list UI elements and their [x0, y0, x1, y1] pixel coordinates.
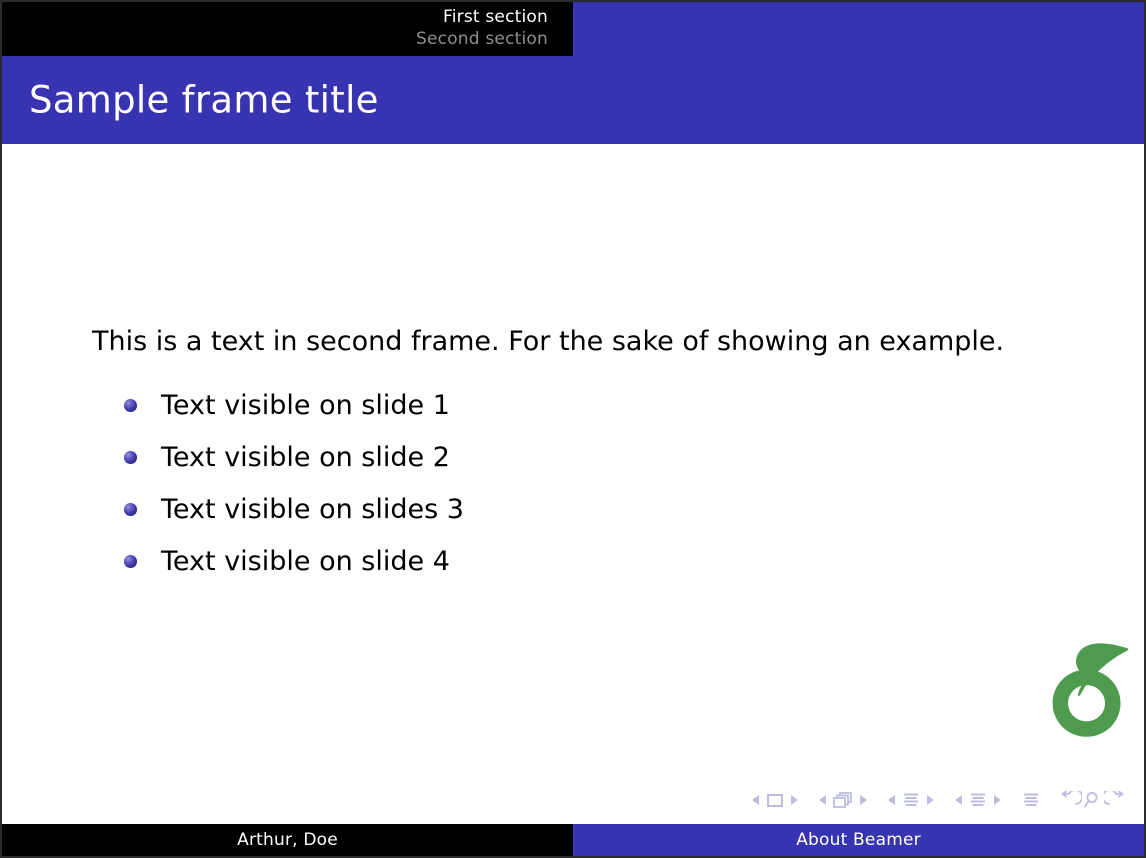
overleaf-logo-icon: [1044, 640, 1130, 738]
search-icon[interactable]: [1082, 791, 1104, 809]
bullet-ball-icon: [124, 502, 137, 516]
nav-group-overview: [1019, 791, 1043, 809]
slide-body: This is a text in second frame. For the …: [2, 144, 1144, 770]
nav-group-subsection: [885, 791, 937, 809]
bullet-ball-icon: [124, 398, 137, 412]
section-entry-first[interactable]: First section: [443, 7, 548, 27]
subsection-current-icon[interactable]: [899, 791, 923, 809]
list-item: Text visible on slide 2: [124, 431, 464, 483]
list-item: Text visible on slide 4: [124, 535, 464, 587]
list-item-label: Text visible on slides 3: [161, 493, 464, 525]
bullet-ball-icon: [124, 450, 137, 464]
section-entry-second[interactable]: Second section: [416, 29, 548, 49]
frame-current-icon[interactable]: [830, 791, 856, 809]
nav-group-section: [952, 791, 1004, 809]
section-backward-icon[interactable]: [952, 791, 966, 809]
beamer-slide: First section Second section Sample fram…: [0, 0, 1146, 858]
go-back-icon[interactable]: [1058, 791, 1082, 809]
list-item: Text visible on slides 3: [124, 483, 464, 535]
nav-group-slide: [749, 791, 801, 809]
list-item-label: Text visible on slide 4: [161, 545, 450, 577]
list-item: Text visible on slide 1: [124, 379, 464, 431]
list-item-label: Text visible on slide 2: [161, 441, 450, 473]
slide-forward-icon[interactable]: [787, 791, 801, 809]
headline-bar: First section Second section: [2, 2, 1144, 56]
slide-backward-icon[interactable]: [749, 791, 763, 809]
slide-current-icon[interactable]: [763, 791, 787, 809]
intro-paragraph: This is a text in second frame. For the …: [92, 326, 1005, 357]
bullet-ball-icon: [124, 554, 137, 568]
navigation-symbols: [749, 791, 1128, 809]
nav-group-utility: [1058, 791, 1128, 809]
frame-title: Sample frame title: [29, 78, 379, 122]
section-current-icon[interactable]: [966, 791, 990, 809]
section-forward-icon[interactable]: [990, 791, 1004, 809]
frame-backward-icon[interactable]: [816, 791, 830, 809]
bullet-list: Text visible on slide 1 Text visible on …: [124, 379, 464, 587]
subsection-backward-icon[interactable]: [885, 791, 899, 809]
footline-title: About Beamer: [573, 824, 1144, 856]
frame-forward-icon[interactable]: [856, 791, 870, 809]
nav-group-frame: [816, 791, 870, 809]
headline-filler: [573, 2, 1144, 56]
subsection-forward-icon[interactable]: [923, 791, 937, 809]
frame-title-bar: Sample frame title: [2, 56, 1144, 144]
footline-bar: Arthur, Doe About Beamer: [2, 824, 1144, 856]
section-navigation-panel: First section Second section: [2, 2, 573, 56]
presentation-overview-icon[interactable]: [1019, 791, 1043, 809]
list-item-label: Text visible on slide 1: [161, 389, 450, 421]
go-forward-icon[interactable]: [1104, 791, 1128, 809]
footline-author: Arthur, Doe: [2, 824, 573, 856]
